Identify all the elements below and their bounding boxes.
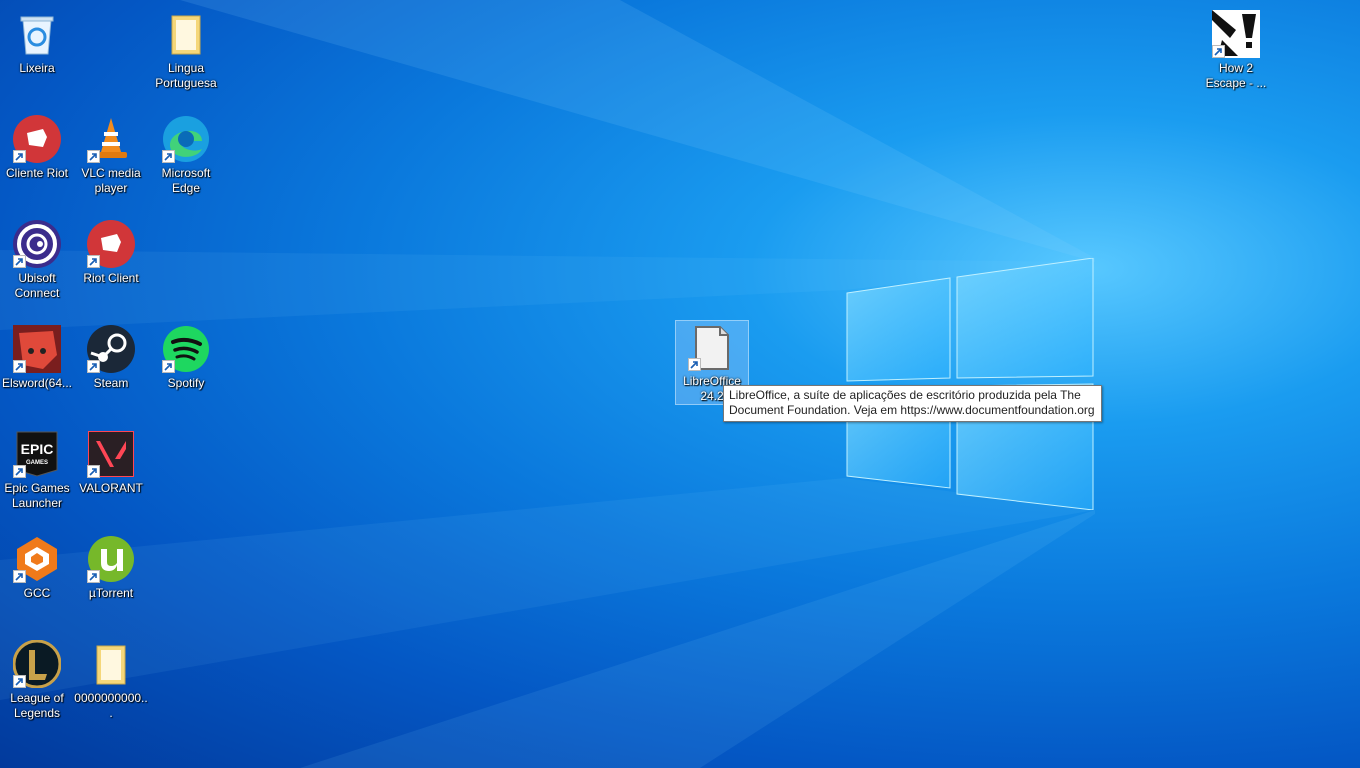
desktop-icon-epic[interactable]: EPIC GAMES Epic Games Launcher bbox=[1, 426, 73, 511]
riot-fist-icon bbox=[13, 115, 61, 163]
elsword-icon bbox=[13, 325, 61, 373]
desktop-icon-steam[interactable]: Steam bbox=[75, 321, 147, 391]
icon-label: Riot Client bbox=[83, 271, 139, 285]
svg-text:GAMES: GAMES bbox=[26, 460, 48, 466]
desktop-icon-spotify[interactable]: Spotify bbox=[150, 321, 222, 391]
riot-fist-icon bbox=[87, 220, 135, 268]
desktop-icon-recycle-bin[interactable]: Lixeira bbox=[1, 6, 73, 76]
icon-label: League of Legends bbox=[10, 691, 64, 720]
shortcut-arrow-icon bbox=[162, 150, 175, 163]
shortcut-arrow-icon bbox=[13, 570, 26, 583]
libreoffice-tooltip: LibreOffice, a suíte de aplicações de es… bbox=[723, 385, 1102, 422]
icon-label: µTorrent bbox=[88, 586, 134, 600]
icon-label: GCC bbox=[23, 586, 51, 600]
icon-label: Ubisoft Connect bbox=[14, 271, 60, 300]
gcc-icon bbox=[13, 535, 61, 583]
shortcut-arrow-icon bbox=[13, 465, 26, 478]
ubisoft-swirl-icon bbox=[13, 220, 61, 268]
icon-label: 0000000000... bbox=[74, 691, 148, 720]
libreoffice-document-icon bbox=[688, 325, 736, 371]
desktop-icon-valorant[interactable]: VALORANT bbox=[75, 426, 147, 496]
folder-icon bbox=[87, 640, 135, 688]
valorant-icon bbox=[87, 430, 135, 478]
desktop-icon-gcc[interactable]: GCC bbox=[1, 531, 73, 601]
shortcut-arrow-icon bbox=[13, 675, 26, 688]
shortcut-arrow-icon bbox=[87, 255, 100, 268]
shortcut-arrow-icon bbox=[87, 465, 100, 478]
tooltip-line-1: LibreOffice, a suíte de aplicações de es… bbox=[729, 388, 1081, 402]
edge-icon bbox=[162, 115, 210, 163]
icon-label: Microsoft Edge bbox=[161, 166, 211, 195]
svg-text:EPIC: EPIC bbox=[21, 441, 54, 457]
epic-games-icon: EPIC GAMES bbox=[13, 430, 61, 478]
icon-label: Cliente Riot bbox=[5, 166, 69, 180]
vlc-cone-icon bbox=[87, 115, 135, 163]
shortcut-arrow-icon bbox=[13, 150, 26, 163]
shortcut-arrow-icon bbox=[1212, 45, 1225, 58]
icon-label: Epic Games Launcher bbox=[4, 481, 70, 510]
desktop-icon-how2escape[interactable]: How 2 Escape - ... bbox=[1200, 6, 1272, 91]
icon-label: Elsword(64... bbox=[1, 376, 73, 390]
shortcut-arrow-icon bbox=[162, 360, 175, 373]
windows-logo-wallpaper bbox=[846, 258, 1094, 510]
desktop-icon-folder-zeros[interactable]: 0000000000... bbox=[74, 636, 148, 721]
icon-label: Lingua Portuguesa bbox=[155, 61, 217, 90]
utorrent-icon bbox=[87, 535, 135, 583]
shortcut-arrow-icon bbox=[13, 255, 26, 268]
shortcut-arrow-icon bbox=[87, 360, 100, 373]
icon-label: Lixeira bbox=[19, 61, 55, 75]
league-of-legends-icon bbox=[13, 640, 61, 688]
desktop-icon-lol[interactable]: League of Legends bbox=[1, 636, 73, 721]
shortcut-arrow-icon bbox=[87, 570, 100, 583]
game-icon bbox=[1212, 10, 1260, 58]
desktop-icon-utorrent[interactable]: µTorrent bbox=[75, 531, 147, 601]
desktop-icon-cliente-riot[interactable]: Cliente Riot bbox=[1, 111, 73, 181]
shortcut-arrow-icon bbox=[13, 360, 26, 373]
desktop-icon-elsword[interactable]: Elsword(64... bbox=[1, 321, 73, 391]
shortcut-arrow-icon bbox=[688, 358, 701, 371]
shortcut-arrow-icon bbox=[87, 150, 100, 163]
desktop-icon-riot-client[interactable]: Riot Client bbox=[75, 216, 147, 286]
desktop-icon-edge[interactable]: Microsoft Edge bbox=[150, 111, 222, 196]
desktop-icon-vlc[interactable]: VLC media player bbox=[75, 111, 147, 196]
tooltip-line-2: Document Foundation. Veja em https://www… bbox=[729, 403, 1095, 417]
icon-label: VLC media player bbox=[81, 166, 141, 195]
icon-label: Steam bbox=[93, 376, 129, 390]
steam-icon bbox=[87, 325, 135, 373]
icon-label: How 2 Escape - ... bbox=[1205, 61, 1267, 90]
folder-icon bbox=[162, 10, 210, 58]
icon-label: Spotify bbox=[167, 376, 205, 390]
desktop-icon-lingua-portuguesa[interactable]: Lingua Portuguesa bbox=[150, 6, 222, 91]
desktop-icon-ubisoft[interactable]: Ubisoft Connect bbox=[1, 216, 73, 301]
recycle-bin-icon bbox=[13, 10, 61, 58]
spotify-icon bbox=[162, 325, 210, 373]
icon-label: VALORANT bbox=[79, 481, 143, 495]
